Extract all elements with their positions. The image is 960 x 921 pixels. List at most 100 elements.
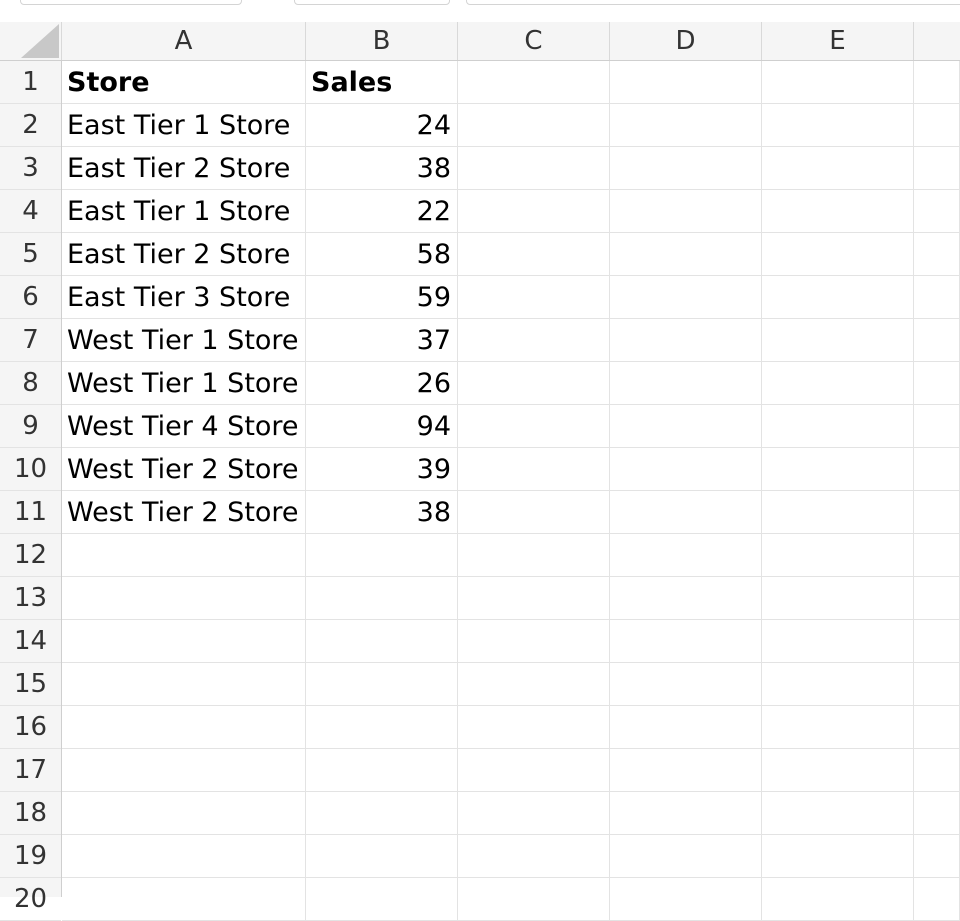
column-header-b[interactable]: B — [306, 22, 458, 60]
empty-cell[interactable] — [458, 534, 610, 577]
empty-cell[interactable] — [914, 448, 960, 491]
empty-cell[interactable] — [458, 405, 610, 448]
column-header-d[interactable]: D — [610, 22, 762, 60]
cell-sales[interactable]: 24 — [306, 104, 458, 147]
empty-cell[interactable] — [610, 534, 762, 577]
cell-sales[interactable]: 37 — [306, 319, 458, 362]
empty-cell[interactable] — [610, 233, 762, 276]
empty-cell[interactable] — [610, 749, 762, 792]
empty-cell[interactable] — [458, 577, 610, 620]
cell-store[interactable] — [62, 835, 306, 878]
empty-cell[interactable] — [610, 577, 762, 620]
empty-cell[interactable] — [458, 362, 610, 405]
empty-cell[interactable] — [762, 190, 914, 233]
name-box[interactable] — [20, 0, 242, 5]
empty-cell[interactable] — [458, 61, 610, 104]
empty-cell[interactable] — [762, 276, 914, 319]
empty-cell[interactable] — [762, 534, 914, 577]
row-header[interactable]: 20 — [0, 878, 61, 921]
empty-cell[interactable] — [762, 749, 914, 792]
empty-cell[interactable] — [458, 147, 610, 190]
empty-cell[interactable] — [914, 534, 960, 577]
cell-store[interactable]: East Tier 1 Store — [62, 104, 306, 147]
cell-sales[interactable]: 38 — [306, 491, 458, 534]
empty-cell[interactable] — [610, 448, 762, 491]
cell-store[interactable] — [62, 534, 306, 577]
row-header[interactable]: 17 — [0, 749, 61, 792]
cell-store[interactable]: East Tier 2 Store — [62, 233, 306, 276]
empty-cell[interactable] — [458, 620, 610, 663]
empty-cell[interactable] — [610, 835, 762, 878]
empty-cell[interactable] — [610, 706, 762, 749]
empty-cell[interactable] — [458, 190, 610, 233]
empty-cell[interactable] — [914, 835, 960, 878]
empty-cell[interactable] — [610, 663, 762, 706]
cell-store[interactable] — [62, 878, 306, 921]
cell-sales[interactable]: 94 — [306, 405, 458, 448]
cell-store[interactable] — [62, 620, 306, 663]
empty-cell[interactable] — [914, 878, 960, 921]
cell-sales[interactable]: 26 — [306, 362, 458, 405]
empty-cell[interactable] — [762, 61, 914, 104]
empty-cell[interactable] — [762, 405, 914, 448]
cell-sales[interactable] — [306, 663, 458, 706]
cell-sales[interactable]: 39 — [306, 448, 458, 491]
empty-cell[interactable] — [610, 878, 762, 921]
column-header-c[interactable]: C — [458, 22, 610, 60]
empty-cell[interactable] — [762, 663, 914, 706]
empty-cell[interactable] — [914, 276, 960, 319]
row-header[interactable]: 9 — [0, 405, 61, 448]
empty-cell[interactable] — [458, 276, 610, 319]
row-header[interactable]: 6 — [0, 276, 61, 319]
cell-sales[interactable] — [306, 620, 458, 663]
empty-cell[interactable] — [458, 233, 610, 276]
row-header[interactable]: 18 — [0, 792, 61, 835]
empty-cell[interactable] — [914, 577, 960, 620]
empty-cell[interactable] — [762, 878, 914, 921]
empty-cell[interactable] — [914, 147, 960, 190]
row-header[interactable]: 8 — [0, 362, 61, 405]
cell-store[interactable]: East Tier 3 Store — [62, 276, 306, 319]
row-header[interactable]: 1 — [0, 61, 61, 104]
empty-cell[interactable] — [914, 792, 960, 835]
column-header-f[interactable] — [914, 22, 960, 60]
empty-cell[interactable] — [610, 190, 762, 233]
empty-cell[interactable] — [914, 405, 960, 448]
row-header[interactable]: 12 — [0, 534, 61, 577]
empty-cell[interactable] — [458, 448, 610, 491]
cell-store[interactable] — [62, 792, 306, 835]
empty-cell[interactable] — [458, 878, 610, 921]
empty-cell[interactable] — [914, 620, 960, 663]
row-header[interactable]: 11 — [0, 491, 61, 534]
empty-cell[interactable] — [762, 792, 914, 835]
cell-store[interactable] — [62, 577, 306, 620]
row-header[interactable]: 4 — [0, 190, 61, 233]
empty-cell[interactable] — [458, 749, 610, 792]
empty-cell[interactable] — [610, 491, 762, 534]
cell-store[interactable]: East Tier 1 Store — [62, 190, 306, 233]
empty-cell[interactable] — [762, 491, 914, 534]
empty-cell[interactable] — [914, 749, 960, 792]
empty-cell[interactable] — [762, 104, 914, 147]
cell-sales[interactable] — [306, 835, 458, 878]
cell-store[interactable]: West Tier 2 Store — [62, 448, 306, 491]
cell-sales[interactable] — [306, 577, 458, 620]
empty-cell[interactable] — [458, 663, 610, 706]
empty-cell[interactable] — [914, 706, 960, 749]
empty-cell[interactable] — [762, 448, 914, 491]
cell-store[interactable]: West Tier 4 Store — [62, 405, 306, 448]
empty-cell[interactable] — [610, 319, 762, 362]
empty-cell[interactable] — [762, 835, 914, 878]
empty-cell[interactable] — [914, 663, 960, 706]
empty-cell[interactable] — [610, 104, 762, 147]
empty-cell[interactable] — [914, 190, 960, 233]
empty-cell[interactable] — [762, 577, 914, 620]
cell-store[interactable]: East Tier 2 Store — [62, 147, 306, 190]
cell-store[interactable] — [62, 749, 306, 792]
cell-sales[interactable] — [306, 706, 458, 749]
cell-sales[interactable]: 59 — [306, 276, 458, 319]
cell-store[interactable] — [62, 663, 306, 706]
empty-cell[interactable] — [914, 319, 960, 362]
empty-cell[interactable] — [610, 147, 762, 190]
row-header[interactable]: 19 — [0, 835, 61, 878]
